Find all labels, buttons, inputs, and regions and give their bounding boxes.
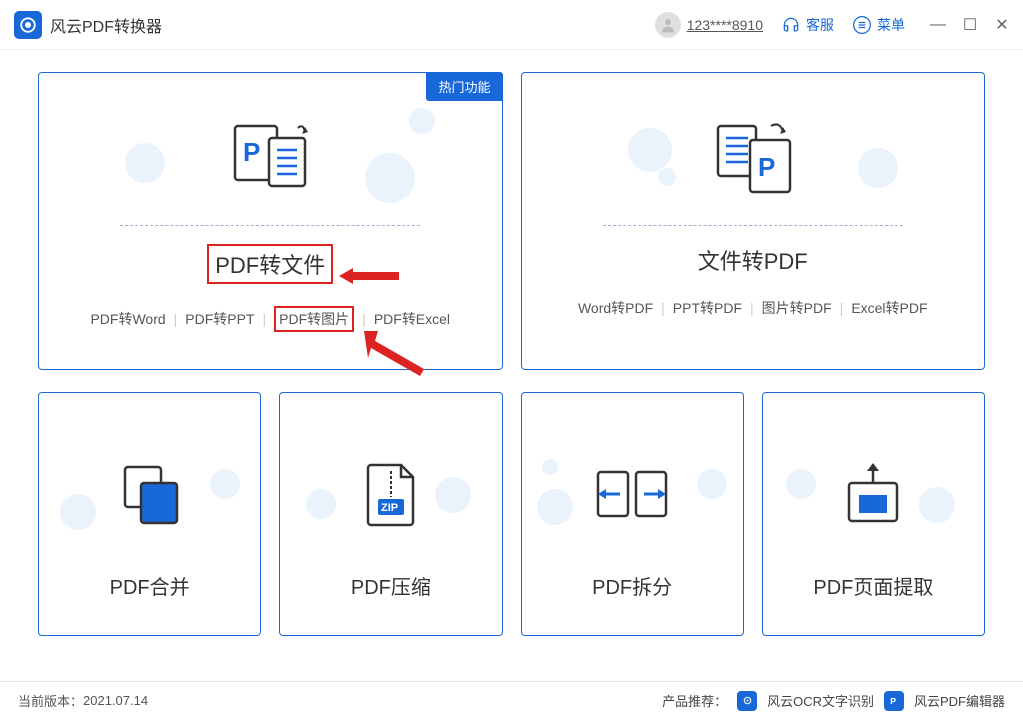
svg-text:P: P: [891, 696, 897, 706]
card-title-compress: PDF压缩: [351, 571, 431, 600]
sub-image-to-pdf[interactable]: 图片转PDF: [762, 298, 832, 318]
sub-ppt-to-pdf[interactable]: PPT转PDF: [673, 298, 742, 318]
card-title-extract: PDF页面提取: [813, 571, 933, 600]
editor-product-link[interactable]: 风云PDF编辑器: [914, 691, 1005, 710]
user-id-link[interactable]: 123****8910: [687, 17, 763, 33]
app-title: 风云PDF转换器: [50, 13, 162, 37]
version-label: 当前版本：: [18, 691, 83, 710]
sub-pdf-to-image[interactable]: PDF转图片: [274, 306, 354, 332]
ocr-product-link[interactable]: 风云OCR文字识别: [767, 691, 874, 710]
menu-button[interactable]: 菜单: [852, 15, 905, 35]
card-pdf-merge[interactable]: PDF合并: [38, 392, 261, 636]
support-label: 客服: [806, 15, 834, 35]
app-logo-icon: [14, 11, 42, 39]
extract-icon: [841, 459, 905, 529]
sub-options-pdf-to-file: PDF转Word | PDF转PPT | PDF转图片 | PDF转Excel: [90, 306, 450, 332]
annotation-arrow-icon: [339, 265, 399, 292]
card-title-merge: PDF合并: [110, 571, 190, 600]
annotation-arrow-icon: [364, 331, 424, 381]
hot-badge: 热门功能: [426, 72, 502, 101]
support-button[interactable]: 客服: [781, 15, 834, 35]
minimize-button[interactable]: —: [931, 18, 945, 32]
merge-icon: [115, 459, 185, 529]
svg-text:ZIP: ZIP: [381, 502, 398, 514]
svg-text:P: P: [243, 137, 260, 167]
card-pdf-extract[interactable]: PDF页面提取: [762, 392, 985, 636]
card-pdf-split[interactable]: PDF拆分: [521, 392, 744, 636]
menu-label: 菜单: [877, 15, 905, 35]
card-title-split: PDF拆分: [592, 571, 672, 600]
divider: [120, 225, 420, 226]
titlebar: 风云PDF转换器 123****8910 客服 菜单 — ☐ ✕: [0, 0, 1023, 50]
file-to-pdf-icon: P: [708, 113, 798, 203]
sub-pdf-to-excel[interactable]: PDF转Excel: [374, 309, 450, 329]
sub-options-file-to-pdf: Word转PDF | PPT转PDF | 图片转PDF | Excel转PDF: [578, 298, 928, 318]
sub-pdf-to-ppt[interactable]: PDF转PPT: [185, 309, 254, 329]
card-title-pdf-to-file: PDF转文件: [207, 244, 333, 284]
maximize-button[interactable]: ☐: [963, 18, 977, 32]
recommend-label: 产品推荐：: [662, 691, 727, 710]
footer: 当前版本： 2021.07.14 产品推荐： 风云OCR文字识别 P 风云PDF…: [0, 681, 1023, 719]
user-avatar-icon[interactable]: [655, 12, 681, 38]
sub-pdf-to-word[interactable]: PDF转Word: [90, 309, 165, 329]
pdf-to-file-icon: P: [225, 113, 315, 203]
divider: [603, 225, 903, 226]
card-file-to-pdf[interactable]: P 文件转PDF Word转PDF | PPT转PDF | 图片转PDF | E…: [521, 72, 986, 370]
split-icon: [592, 459, 672, 529]
sub-excel-to-pdf[interactable]: Excel转PDF: [851, 298, 927, 318]
compress-icon: ZIP: [361, 459, 421, 529]
ocr-product-icon[interactable]: [737, 691, 757, 711]
editor-product-icon[interactable]: P: [884, 691, 904, 711]
card-title-file-to-pdf: 文件转PDF: [698, 244, 808, 276]
card-pdf-to-file[interactable]: 热门功能 P PDF转文件 PDF转Word: [38, 72, 503, 370]
main-content: 热门功能 P PDF转文件 PDF转Word: [0, 50, 1023, 670]
version-value: 2021.07.14: [83, 693, 148, 708]
close-button[interactable]: ✕: [995, 18, 1009, 32]
svg-text:P: P: [758, 152, 775, 182]
card-pdf-compress[interactable]: ZIP PDF压缩: [279, 392, 502, 636]
sub-word-to-pdf[interactable]: Word转PDF: [578, 298, 653, 318]
